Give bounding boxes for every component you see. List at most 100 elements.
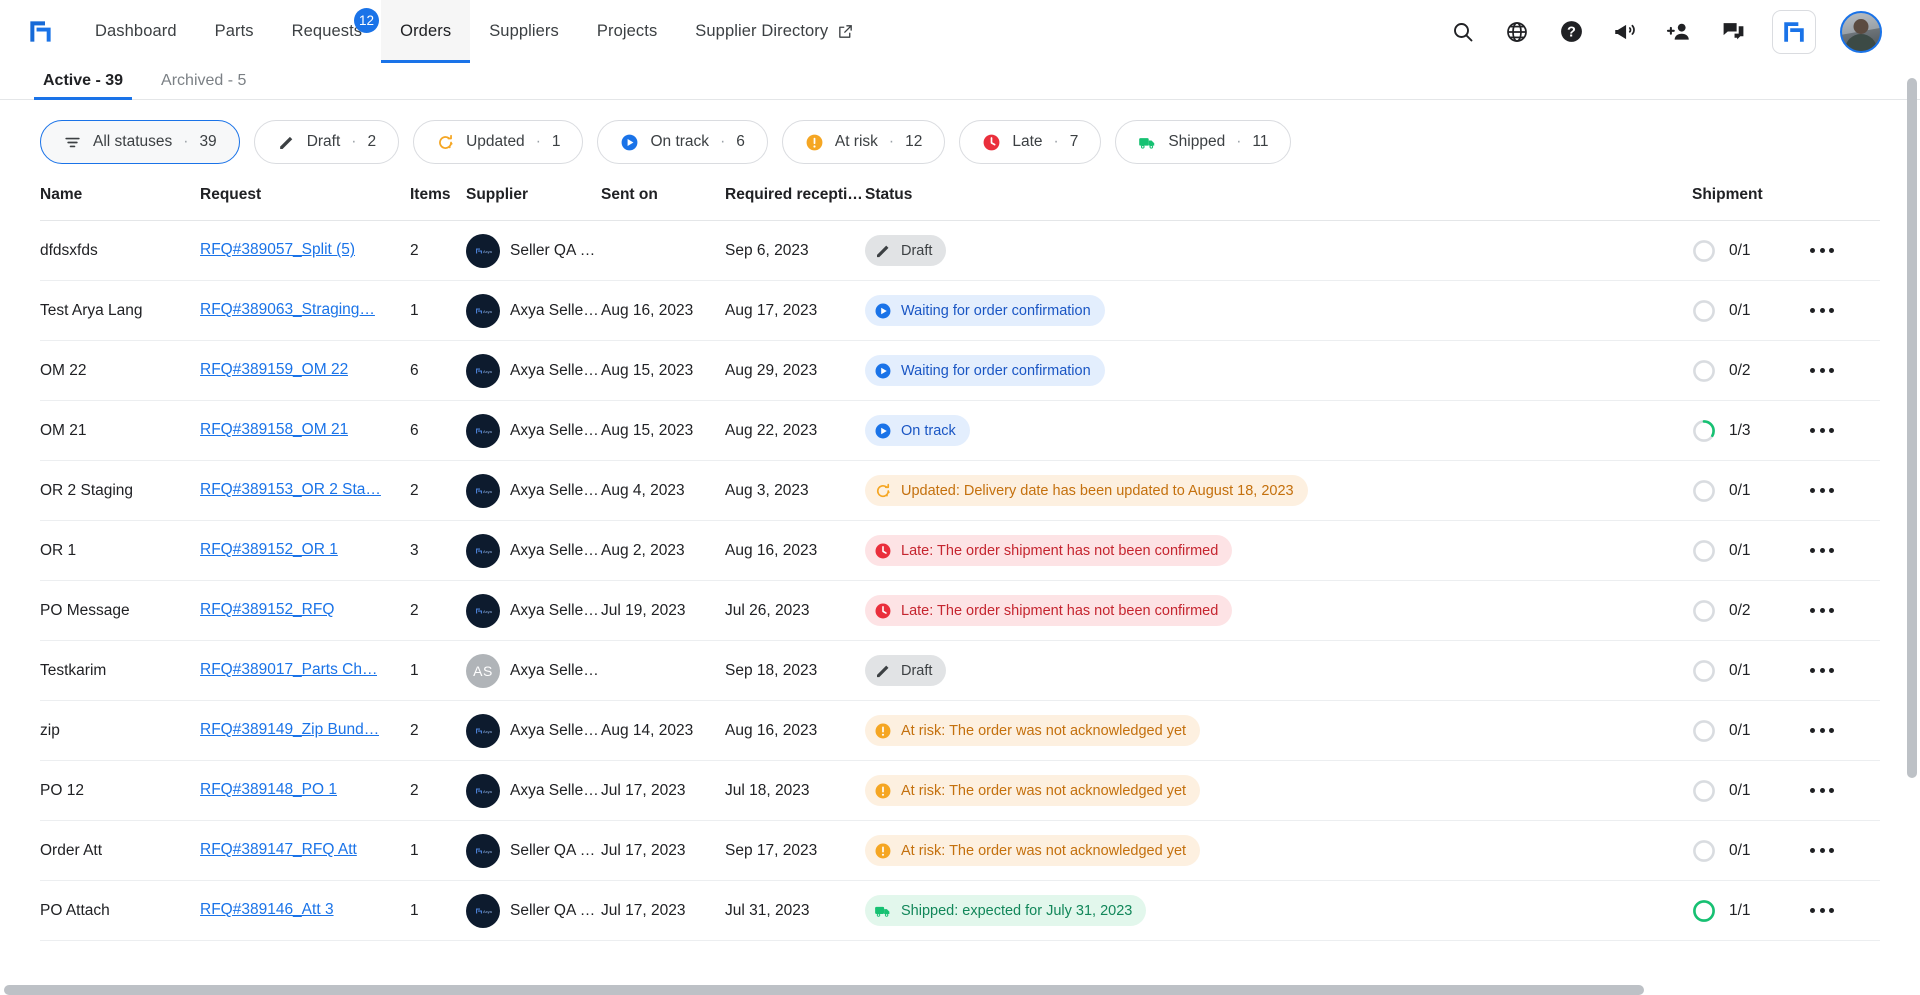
filter-chip-at-risk[interactable]: At risk · 12 bbox=[781, 120, 946, 164]
nav-item-orders[interactable]: Orders bbox=[381, 0, 471, 63]
status-badge[interactable]: On track bbox=[865, 415, 970, 446]
request-link[interactable]: RFQ#389148_PO 1 bbox=[200, 781, 337, 799]
status-text: At risk: The order was not acknowledged … bbox=[901, 842, 1187, 859]
cell-shipment: 0/1 bbox=[1692, 220, 1810, 281]
table-row[interactable]: PO Attach RFQ#389146_Att 3 1 Axya Seller Q… bbox=[40, 880, 1880, 941]
order-name: PO 12 bbox=[40, 781, 84, 799]
filter-chip-draft[interactable]: Draft · 2 bbox=[253, 120, 400, 164]
column-header-sent_on[interactable]: Sent on bbox=[601, 180, 725, 221]
nav-item-parts[interactable]: Parts bbox=[196, 0, 273, 63]
horizontal-scrollbar[interactable] bbox=[0, 985, 1905, 995]
cell-request: RFQ#389152_OR 1 bbox=[200, 520, 410, 581]
table-row[interactable]: PO Message RFQ#389152_RFQ 2 Axya Axya Sell… bbox=[40, 580, 1880, 641]
cell-request: RFQ#389146_Att 3 bbox=[200, 880, 410, 941]
column-header-status[interactable]: Status bbox=[865, 180, 1692, 221]
column-header-name[interactable]: Name bbox=[40, 180, 200, 221]
request-link[interactable]: RFQ#389159_OM 22 bbox=[200, 361, 348, 379]
status-badge[interactable]: At risk: The order was not acknowledged … bbox=[865, 835, 1201, 866]
nav-item-requests[interactable]: Requests 12 bbox=[273, 0, 382, 63]
row-options-button[interactable] bbox=[1810, 428, 1880, 433]
sent-on-date: Jul 17, 2023 bbox=[601, 841, 686, 859]
vertical-scrollbar-thumb[interactable] bbox=[1907, 78, 1917, 778]
globe-icon[interactable] bbox=[1502, 17, 1532, 47]
table-row[interactable]: PO 12 RFQ#389148_PO 1 2 Axya Axya Seller Q… bbox=[40, 760, 1880, 821]
status-badge[interactable]: Late: The order shipment has not been co… bbox=[865, 535, 1233, 566]
column-header-menu[interactable] bbox=[1810, 180, 1880, 221]
row-options-button[interactable] bbox=[1810, 788, 1880, 793]
column-header-required[interactable]: Required recepti… bbox=[725, 180, 865, 221]
request-link[interactable]: RFQ#389147_RFQ Att bbox=[200, 841, 357, 859]
request-link[interactable]: RFQ#389152_OR 1 bbox=[200, 541, 338, 559]
status-badge[interactable]: At risk: The order was not acknowledged … bbox=[865, 775, 1201, 806]
filter-chip-separator: · bbox=[1053, 133, 1059, 150]
row-options-button[interactable] bbox=[1810, 848, 1880, 853]
request-link[interactable]: RFQ#389063_Straging… bbox=[200, 301, 375, 319]
filter-chip-all-statuses[interactable]: All statuses · 39 bbox=[40, 120, 240, 164]
horizontal-scrollbar-thumb[interactable] bbox=[4, 985, 1644, 995]
shipment-count: 0/1 bbox=[1729, 481, 1751, 499]
nav-item-suppliers[interactable]: Suppliers bbox=[470, 0, 578, 63]
status-badge[interactable]: Waiting for order confirmation bbox=[865, 355, 1105, 386]
subtab-archived[interactable]: Archived - 5 bbox=[158, 72, 249, 99]
table-row[interactable]: OR 1 RFQ#389152_OR 1 3 Axya Axya Seller QA… bbox=[40, 520, 1880, 581]
app-logo[interactable] bbox=[14, 18, 66, 45]
order-name: zip bbox=[40, 721, 60, 739]
app-switcher-button[interactable] bbox=[1772, 9, 1816, 54]
request-link[interactable]: RFQ#389146_Att 3 bbox=[200, 901, 334, 919]
row-options-button[interactable] bbox=[1810, 668, 1880, 673]
avatar[interactable] bbox=[1840, 10, 1882, 53]
megaphone-icon[interactable] bbox=[1610, 17, 1640, 47]
row-options-button[interactable] bbox=[1810, 548, 1880, 553]
column-header-request[interactable]: Request bbox=[200, 180, 410, 221]
request-link[interactable]: RFQ#389149_Zip Bund… bbox=[200, 721, 379, 739]
column-header-label: Supplier bbox=[466, 186, 529, 203]
items-count: 1 bbox=[410, 301, 419, 319]
nav-item-projects[interactable]: Projects bbox=[578, 0, 676, 63]
table-row[interactable]: OM 22 RFQ#389159_OM 22 6 Axya Axya Seller … bbox=[40, 340, 1880, 401]
status-badge[interactable]: Waiting for order confirmation bbox=[865, 295, 1105, 326]
filter-chip-on-track[interactable]: On track · 6 bbox=[597, 120, 768, 164]
nav-item-dashboard[interactable]: Dashboard bbox=[76, 0, 196, 63]
table-row[interactable]: OR 2 Staging RFQ#389153_OR 2 Sta… 2 Axya A… bbox=[40, 460, 1880, 521]
table-row[interactable]: Order Att RFQ#389147_RFQ Att 1 Axya Seller… bbox=[40, 820, 1880, 881]
table-row[interactable]: dfdsxfds RFQ#389057_Split (5) 2 Axya Selle… bbox=[40, 220, 1880, 281]
nav-item-supplier-directory[interactable]: Supplier Directory bbox=[676, 0, 873, 63]
table-row[interactable]: Testkarim RFQ#389017_Parts Ch… 1 AS Axya Sel… bbox=[40, 640, 1880, 701]
row-options-button[interactable] bbox=[1810, 728, 1880, 733]
cell-required-reception: Sep 18, 2023 bbox=[725, 640, 865, 701]
row-options-button[interactable] bbox=[1810, 908, 1880, 913]
table-row[interactable]: zip RFQ#389149_Zip Bund… 2 Axya Axya Selle… bbox=[40, 700, 1880, 761]
filter-chip-updated[interactable]: Updated · 1 bbox=[413, 120, 584, 164]
row-options-button[interactable] bbox=[1810, 368, 1880, 373]
filter-chip-late[interactable]: Late · 7 bbox=[959, 120, 1102, 164]
status-badge[interactable]: At risk: The order was not acknowledged … bbox=[865, 715, 1201, 746]
column-header-items[interactable]: Items bbox=[410, 180, 466, 221]
vertical-scrollbar[interactable] bbox=[1907, 72, 1917, 977]
add-person-icon[interactable] bbox=[1664, 17, 1694, 47]
status-badge[interactable]: Late: The order shipment has not been co… bbox=[865, 595, 1233, 626]
cell-row-menu bbox=[1810, 220, 1880, 281]
row-options-button[interactable] bbox=[1810, 248, 1880, 253]
row-options-button[interactable] bbox=[1810, 608, 1880, 613]
column-header-shipment[interactable]: Shipment bbox=[1692, 180, 1810, 221]
search-icon[interactable] bbox=[1448, 17, 1478, 47]
request-link[interactable]: RFQ#389152_RFQ bbox=[200, 601, 334, 619]
status-badge[interactable]: Draft bbox=[865, 655, 947, 686]
request-link[interactable]: RFQ#389153_OR 2 Sta… bbox=[200, 481, 381, 499]
chat-icon[interactable] bbox=[1718, 17, 1748, 47]
column-header-supplier[interactable]: Supplier bbox=[466, 180, 601, 221]
row-options-button[interactable] bbox=[1810, 488, 1880, 493]
request-link[interactable]: RFQ#389158_OM 21 bbox=[200, 421, 348, 439]
table-row[interactable]: OM 21 RFQ#389158_OM 21 6 Axya Axya Seller … bbox=[40, 400, 1880, 461]
help-icon[interactable]: ? bbox=[1556, 17, 1586, 47]
subtab-active[interactable]: Active - 39 bbox=[33, 72, 133, 100]
request-link[interactable]: RFQ#389057_Split (5) bbox=[200, 241, 355, 259]
status-badge[interactable]: Shipped: expected for July 31, 2023 bbox=[865, 895, 1147, 926]
filter-chip-shipped[interactable]: Shipped · 11 bbox=[1115, 120, 1292, 164]
status-badge[interactable]: Draft bbox=[865, 235, 947, 266]
status-badge[interactable]: Updated: Delivery date has been updated … bbox=[865, 475, 1308, 506]
cell-name: Testkarim bbox=[40, 640, 200, 701]
row-options-button[interactable] bbox=[1810, 308, 1880, 313]
request-link[interactable]: RFQ#389017_Parts Ch… bbox=[200, 661, 377, 679]
table-row[interactable]: Test Arya Lang RFQ#389063_Straging… 1 Axya… bbox=[40, 280, 1880, 341]
